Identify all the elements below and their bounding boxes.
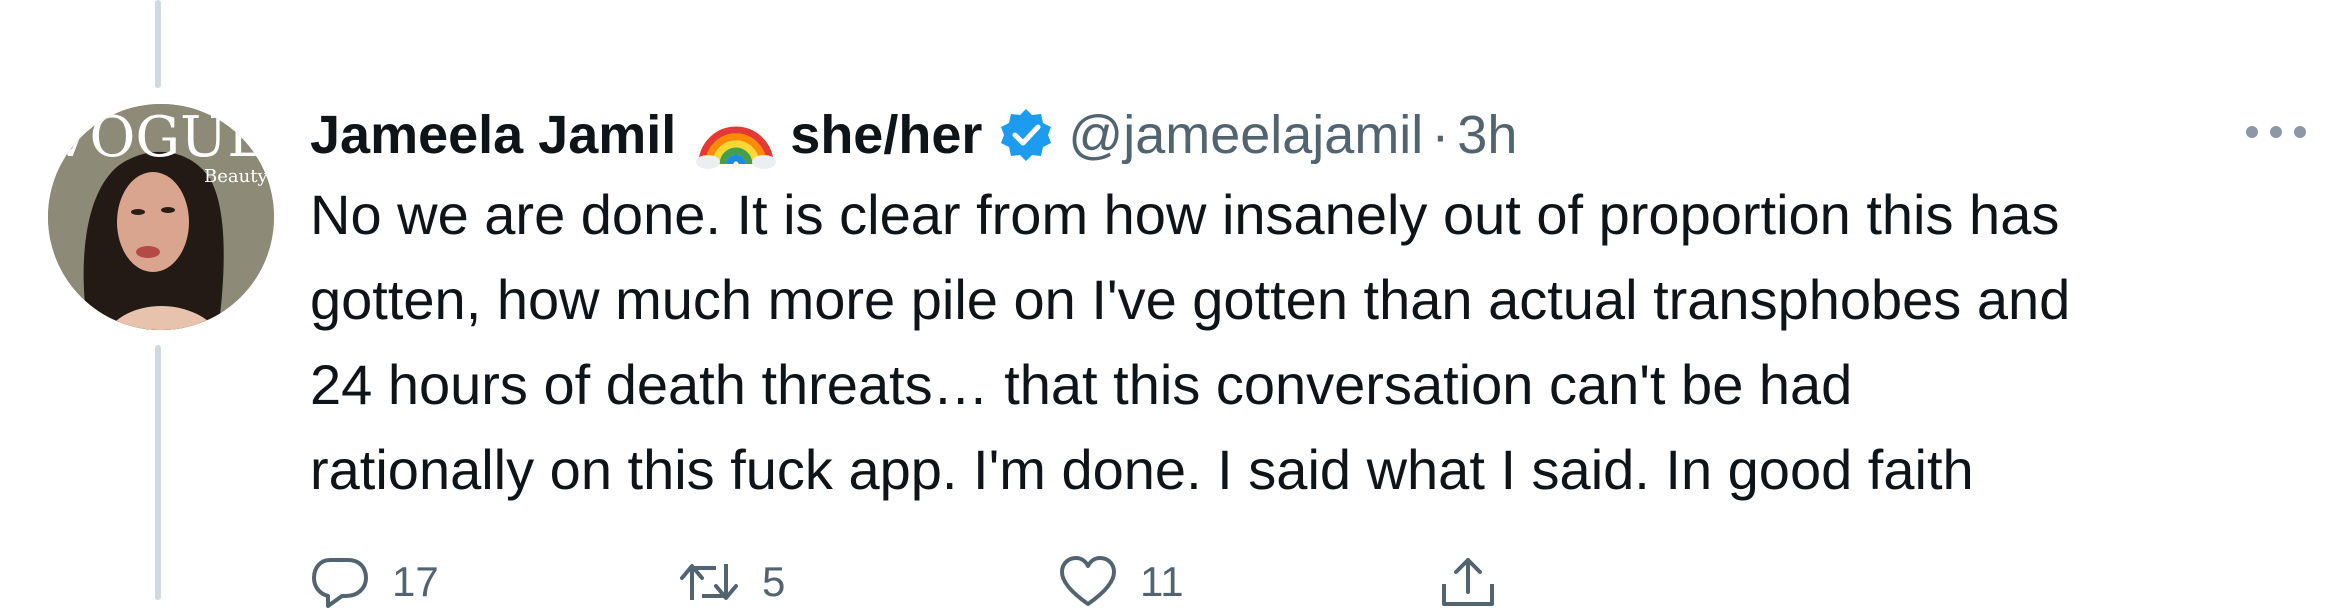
rainbow-icon xyxy=(696,100,777,170)
avatar-caption-main: VOGUE xyxy=(49,105,268,170)
more-dot xyxy=(2246,126,2258,138)
thread-line-bottom xyxy=(155,345,161,600)
tweet-text-line: rationally on this fuck app. I'm done. I… xyxy=(310,438,1974,501)
more-options-icon[interactable] xyxy=(2246,112,2306,152)
tweet-text-line: No we are done. It is clear from how ins… xyxy=(310,183,2060,246)
avatar[interactable]: VOGUE Beauty xyxy=(48,104,274,330)
like-count: 11 xyxy=(1140,558,1184,605)
handle[interactable]: @jameelajamil xyxy=(1068,104,1423,166)
tweet-actions: 17 5 11 xyxy=(310,554,1710,614)
retweet-button[interactable]: 5 xyxy=(678,554,785,610)
pronouns: she/her xyxy=(790,105,983,165)
share-button[interactable] xyxy=(1438,554,1498,610)
thread-line-top xyxy=(155,0,161,88)
tweet-text-line: gotten, how much more pile on I've gotte… xyxy=(310,268,2071,331)
display-name[interactable]: Jameela Jamil xyxy=(310,104,676,166)
tweet-body: Jameela Jamil she/her @jameelajamil · 3h… xyxy=(310,92,2300,512)
more-dot xyxy=(2270,126,2282,138)
heart-icon xyxy=(1060,556,1116,606)
retweet-count: 5 xyxy=(762,558,786,605)
verified-badge-icon xyxy=(998,107,1054,163)
tweet-text-line: 24 hours of death threats… that this con… xyxy=(310,353,1853,416)
reply-count: 17 xyxy=(392,558,439,605)
avatar-caption-sub: Beauty xyxy=(204,166,268,187)
retweet-icon xyxy=(680,564,738,600)
reply-button[interactable]: 17 xyxy=(310,554,439,610)
separator: · xyxy=(1431,105,1450,165)
more-dot xyxy=(2294,126,2306,138)
share-icon xyxy=(1442,558,1494,606)
timestamp[interactable]: 3h xyxy=(1457,104,1517,166)
avatar-image: VOGUE Beauty xyxy=(48,104,274,330)
tweet-header: Jameela Jamil she/her @jameelajamil · 3h xyxy=(310,92,2300,178)
like-button[interactable]: 11 xyxy=(1058,554,1184,610)
tweet-text: No we are done. It is clear from how ins… xyxy=(310,172,2300,512)
reply-icon xyxy=(312,558,368,608)
